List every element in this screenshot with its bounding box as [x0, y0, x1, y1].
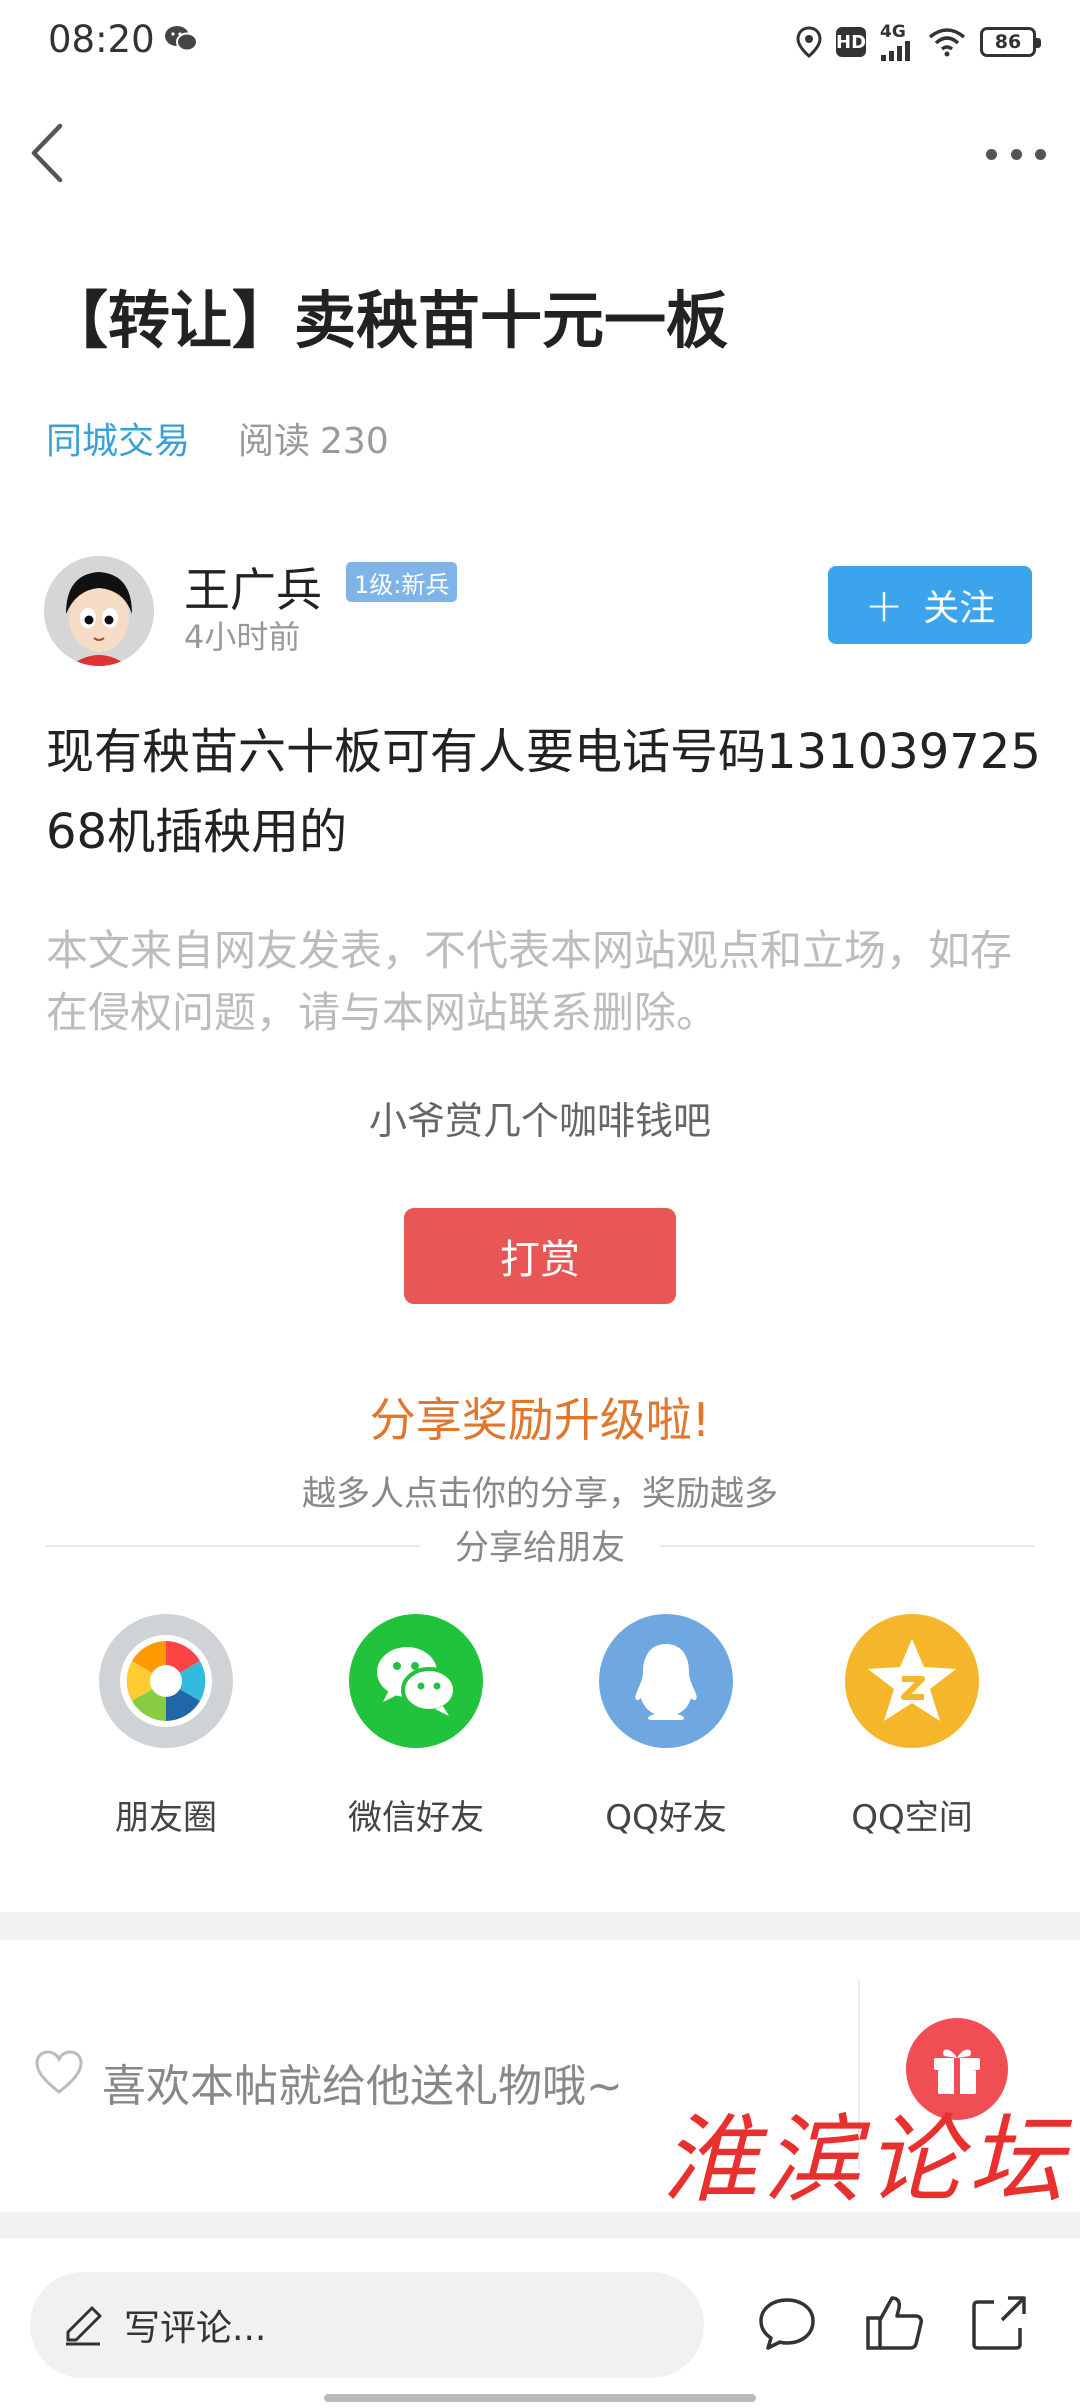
comment-button[interactable]	[756, 2292, 818, 2354]
hd-icon: HD	[836, 27, 866, 57]
share-moments-label: 朋友圈	[115, 1798, 217, 1838]
plus-icon: +	[864, 578, 904, 632]
thumbs-up-icon	[866, 2296, 923, 2350]
gift-prompt: 喜欢本帖就给他送礼物哦~	[102, 2061, 623, 2112]
share-subtitle: 越多人点击你的分享，奖励越多	[302, 1474, 778, 1514]
comment-placeholder: 写评论...	[124, 2308, 267, 2349]
bottom-separator	[0, 2212, 1080, 2238]
post-time: 4小时前	[184, 618, 301, 656]
wechat-notification-icon	[164, 24, 198, 58]
read-count-value: 230	[320, 421, 389, 462]
status-bar: 08:20 HD 4G 86	[0, 0, 1080, 84]
section-separator	[0, 1912, 1080, 1940]
reward-prompt: 小爷赏几个咖啡钱吧	[368, 1099, 711, 1143]
heart-icon[interactable]	[34, 2050, 84, 2100]
share-qzone-button[interactable]: QQ空间	[822, 1614, 1002, 1839]
more-dot-icon	[986, 148, 997, 160]
more-dot-icon	[1010, 148, 1022, 160]
chevron-left-icon	[31, 123, 63, 183]
wechat-icon	[349, 1614, 483, 1748]
post-title: 【转让】卖秧苗十元一板	[46, 284, 729, 357]
share-button[interactable]	[968, 2292, 1030, 2354]
disclaimer: 本文来自网友发表，不代表本网站观点和立场，如存在侵权问题，请与本网站联系删除。	[46, 926, 1013, 1037]
battery-icon: 86	[980, 27, 1041, 57]
watermark-logo: 淮滨论坛	[662, 2104, 1070, 2216]
share-qzone-label: QQ空间	[851, 1798, 973, 1838]
like-button[interactable]	[864, 2292, 926, 2354]
status-indicators: HD 4G 86	[796, 20, 1041, 64]
signal-icon: 4G	[880, 21, 914, 61]
location-icon	[796, 26, 822, 58]
reward-button[interactable]: 打赏	[404, 1208, 676, 1304]
follow-button[interactable]: + 关注	[828, 566, 1032, 644]
status-time: 08:20	[48, 18, 155, 61]
home-indicator[interactable]	[324, 2394, 756, 2402]
share-label: 分享给朋友	[420, 1520, 660, 1569]
moments-icon	[99, 1614, 233, 1748]
wifi-icon	[928, 28, 966, 57]
more-options-button[interactable]	[986, 136, 1046, 172]
comment-input[interactable]: 写评论...	[30, 2272, 704, 2378]
back-button[interactable]	[26, 120, 70, 186]
share-wechat-button[interactable]: 微信好友	[326, 1614, 506, 1839]
post-meta: 同城交易 阅读 230	[46, 412, 389, 464]
read-count: 阅读 230	[238, 412, 389, 464]
battery-level: 86	[994, 31, 1022, 53]
level-badge: 1级:新兵	[346, 562, 458, 602]
avatar[interactable]	[44, 556, 154, 666]
qq-icon	[599, 1614, 733, 1748]
comment-icon	[759, 2298, 815, 2350]
share-icon	[972, 2296, 1026, 2350]
qzone-icon	[845, 1614, 979, 1748]
share-moments-button[interactable]: 朋友圈	[76, 1614, 256, 1839]
category-link[interactable]: 同城交易	[46, 412, 190, 464]
author-name[interactable]: 王广兵	[184, 554, 322, 620]
network-type: 4G	[880, 21, 906, 42]
pencil-icon	[66, 2306, 102, 2346]
share-headline: 分享奖励升级啦!	[369, 1393, 711, 1447]
post-body: 现有秧苗六十板可有人要电话号码13103972568机插秧用的	[46, 724, 1041, 860]
share-qq-button[interactable]: QQ好友	[576, 1614, 756, 1839]
share-qq-label: QQ好友	[605, 1798, 727, 1838]
share-wechat-label: 微信好友	[348, 1798, 484, 1838]
read-label: 阅读	[238, 421, 311, 462]
more-dot-icon	[1035, 148, 1046, 160]
follow-label: 关注	[923, 588, 996, 629]
